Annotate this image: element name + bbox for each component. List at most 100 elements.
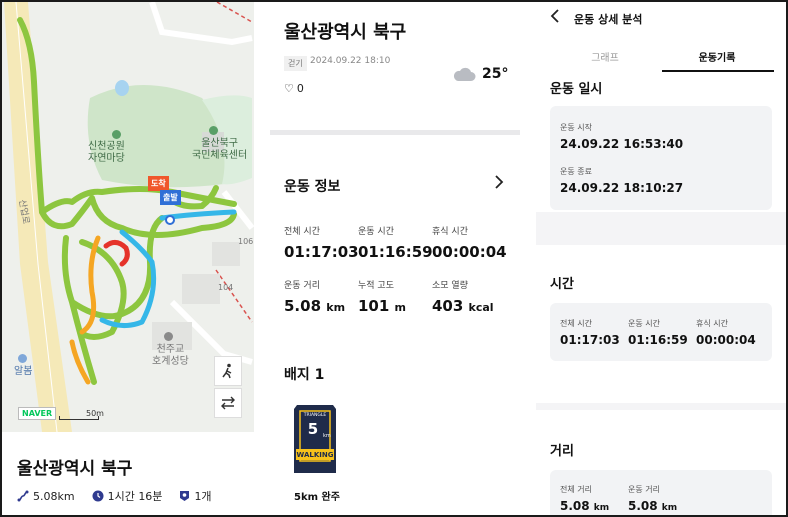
time-cell-value: 01:16:59	[628, 333, 688, 347]
badge-count: 1개	[194, 490, 212, 503]
time-section: 시간 전체 시간 01:17:03 운동 시간 01:16:59 휴식 시간 0…	[536, 245, 786, 403]
exercise-info-title: 운동 정보	[284, 179, 341, 195]
distance-cell-label: 운동 거리	[628, 485, 660, 494]
stat-value: 101 m	[358, 297, 407, 315]
start-time-value: 24.09.22 16:53:40	[560, 137, 684, 151]
activity-tag: 걷기	[284, 56, 307, 71]
time-section-title: 시간	[550, 277, 574, 292]
record-datetime: 2024.09.22 18:10	[310, 56, 391, 66]
section-divider	[270, 130, 520, 135]
like-button[interactable]: ♡ 0	[284, 82, 304, 95]
stat-calories: 소모 열량 403 kcal	[432, 278, 494, 315]
time-cell-exercise: 운동 시간 01:16:59	[628, 318, 688, 347]
time-cell-value: 00:00:04	[696, 333, 756, 347]
time-cell-label: 운동 시간	[628, 319, 660, 328]
stat-label: 전체 시간	[284, 227, 320, 237]
badge-stat: 1개	[179, 488, 212, 504]
location-title: 울산광역시 북구	[17, 459, 133, 479]
detail-header: 운동 상세 분석 그래프 운동기록	[536, 2, 786, 74]
distance-section-title: 거리	[550, 444, 574, 459]
duration-value: 1시간 16분	[107, 490, 163, 503]
park-pin-icon	[112, 130, 121, 139]
stat-label: 운동 거리	[284, 281, 320, 291]
stat-value: 01:17:03	[284, 243, 359, 261]
time-card: 전체 시간 01:17:03 운동 시간 01:16:59 휴식 시간 00:0…	[550, 303, 772, 361]
like-count: 0	[296, 82, 304, 95]
time-cell-label: 전체 시간	[560, 319, 592, 328]
badge-caption: 5km 완주	[294, 492, 340, 503]
summary-panel: 울산광역시 북구 걷기 2024.09.22 18:10 ♡ 0 25° 운동 …	[270, 2, 520, 515]
datetime-section: 운동 일시 운동 시작 24.09.22 16:53:40 운동 종료 24.0…	[536, 62, 786, 212]
heart-icon: ♡	[284, 82, 294, 95]
map-label-albom: 알봄	[14, 366, 33, 377]
svg-text:5: 5	[308, 420, 318, 438]
time-cell-value: 01:17:03	[560, 333, 620, 347]
record-title: 울산광역시 북구	[284, 22, 407, 43]
temperature: 25°	[482, 66, 509, 82]
time-cell-label: 휴식 시간	[696, 319, 728, 328]
back-button[interactable]	[550, 8, 560, 28]
walk-icon	[222, 363, 232, 379]
start-time: 운동 시작 24.09.22 16:53:40	[560, 122, 683, 151]
stat-value: 5.08 km	[284, 297, 346, 315]
naver-logo: NAVER	[18, 407, 57, 420]
time-cell-rest: 휴식 시간 00:00:04	[696, 318, 756, 347]
datetime-section-title: 운동 일시	[550, 82, 603, 97]
stat-label: 휴식 시간	[432, 227, 468, 237]
distance-card: 전체 거리 5.08 km 운동 거리 5.08 km	[550, 470, 772, 515]
badge-5km-icon: TRIANGLE 5 km WALKING	[294, 405, 336, 473]
tab-record[interactable]: 운동기록	[662, 49, 772, 64]
start-time-label: 운동 시작	[560, 123, 592, 132]
scale-label: 50m	[86, 409, 104, 418]
map-label-park: 신천공원 자연마당	[88, 141, 125, 164]
active-tab-indicator	[662, 70, 774, 72]
stat-exercise-time: 운동 시간 01:16:59	[358, 224, 433, 261]
end-marker[interactable]: 도착	[148, 176, 169, 191]
weather-info: 25°	[452, 66, 508, 82]
stat-label: 소모 열량	[432, 281, 468, 291]
cloud-icon	[453, 67, 476, 81]
map-label-104: 104	[218, 283, 234, 292]
stat-label: 누적 고도	[358, 281, 394, 291]
stat-value: 00:00:04	[432, 243, 507, 261]
walk-mode-button[interactable]	[214, 356, 242, 386]
end-time-label: 운동 종료	[560, 167, 592, 176]
stat-value: 01:16:59	[358, 243, 433, 261]
distance-cell-exercise: 운동 거리 5.08 km	[628, 484, 677, 513]
map-label-center: 울산북구 국민체육센터	[192, 138, 248, 161]
stat-label: 운동 시간	[358, 227, 394, 237]
clock-icon	[92, 490, 104, 502]
tab-graph[interactable]: 그래프	[550, 49, 660, 64]
svg-text:TRIANGLE: TRIANGLE	[303, 412, 327, 418]
badge-5km-walking[interactable]: TRIANGLE 5 km WALKING	[292, 403, 338, 475]
detail-title: 운동 상세 분석	[574, 13, 643, 26]
map-label-church: 천주교 호계성당	[152, 344, 189, 367]
duration-stat: 1시간 16분	[92, 488, 163, 504]
distance-stat: 5.08km	[17, 490, 75, 503]
chevron-right-icon[interactable]	[494, 174, 504, 194]
summary-stats: 5.08km 1시간 16분 1개	[17, 488, 212, 504]
end-time-value: 24.09.22 18:10:27	[560, 181, 684, 195]
albom-pin-icon	[18, 354, 27, 363]
swap-view-button[interactable]	[214, 388, 242, 418]
badge-section-title: 배지 1	[284, 367, 325, 383]
route-map[interactable]: 신천공원 자연마당 울산북구 국민체육센터 천주교 호계성당 산업로 106 1…	[2, 2, 254, 432]
back-chevron-icon	[550, 9, 559, 23]
map-panel: 신천공원 자연마당 울산북구 국민체육센터 천주교 호계성당 산업로 106 1…	[2, 2, 254, 515]
stat-rest-time: 휴식 시간 00:00:04	[432, 224, 507, 261]
datetime-card: 운동 시작 24.09.22 16:53:40 운동 종료 24.09.22 1…	[550, 106, 772, 210]
stat-total-time: 전체 시간 01:17:03	[284, 224, 359, 261]
stat-distance: 운동 거리 5.08 km	[284, 278, 345, 315]
stat-value: 403 kcal	[432, 297, 494, 315]
svg-text:km: km	[323, 433, 331, 439]
distance-cell-total: 전체 거리 5.08 km	[560, 484, 609, 513]
end-time: 운동 종료 24.09.22 18:10:27	[560, 166, 683, 195]
route-icon	[17, 490, 29, 502]
time-cell-total: 전체 시간 01:17:03	[560, 318, 620, 347]
distance-value: 5.08km	[33, 489, 75, 503]
distance-cell-value: 5.08 km	[628, 499, 678, 513]
start-marker[interactable]: 출발	[160, 190, 181, 205]
center-pin-icon	[209, 126, 218, 135]
svg-text:WALKING: WALKING	[297, 451, 334, 459]
detail-analysis-panel: 운동 일시 운동 시작 24.09.22 16:53:40 운동 종료 24.0…	[536, 2, 786, 515]
